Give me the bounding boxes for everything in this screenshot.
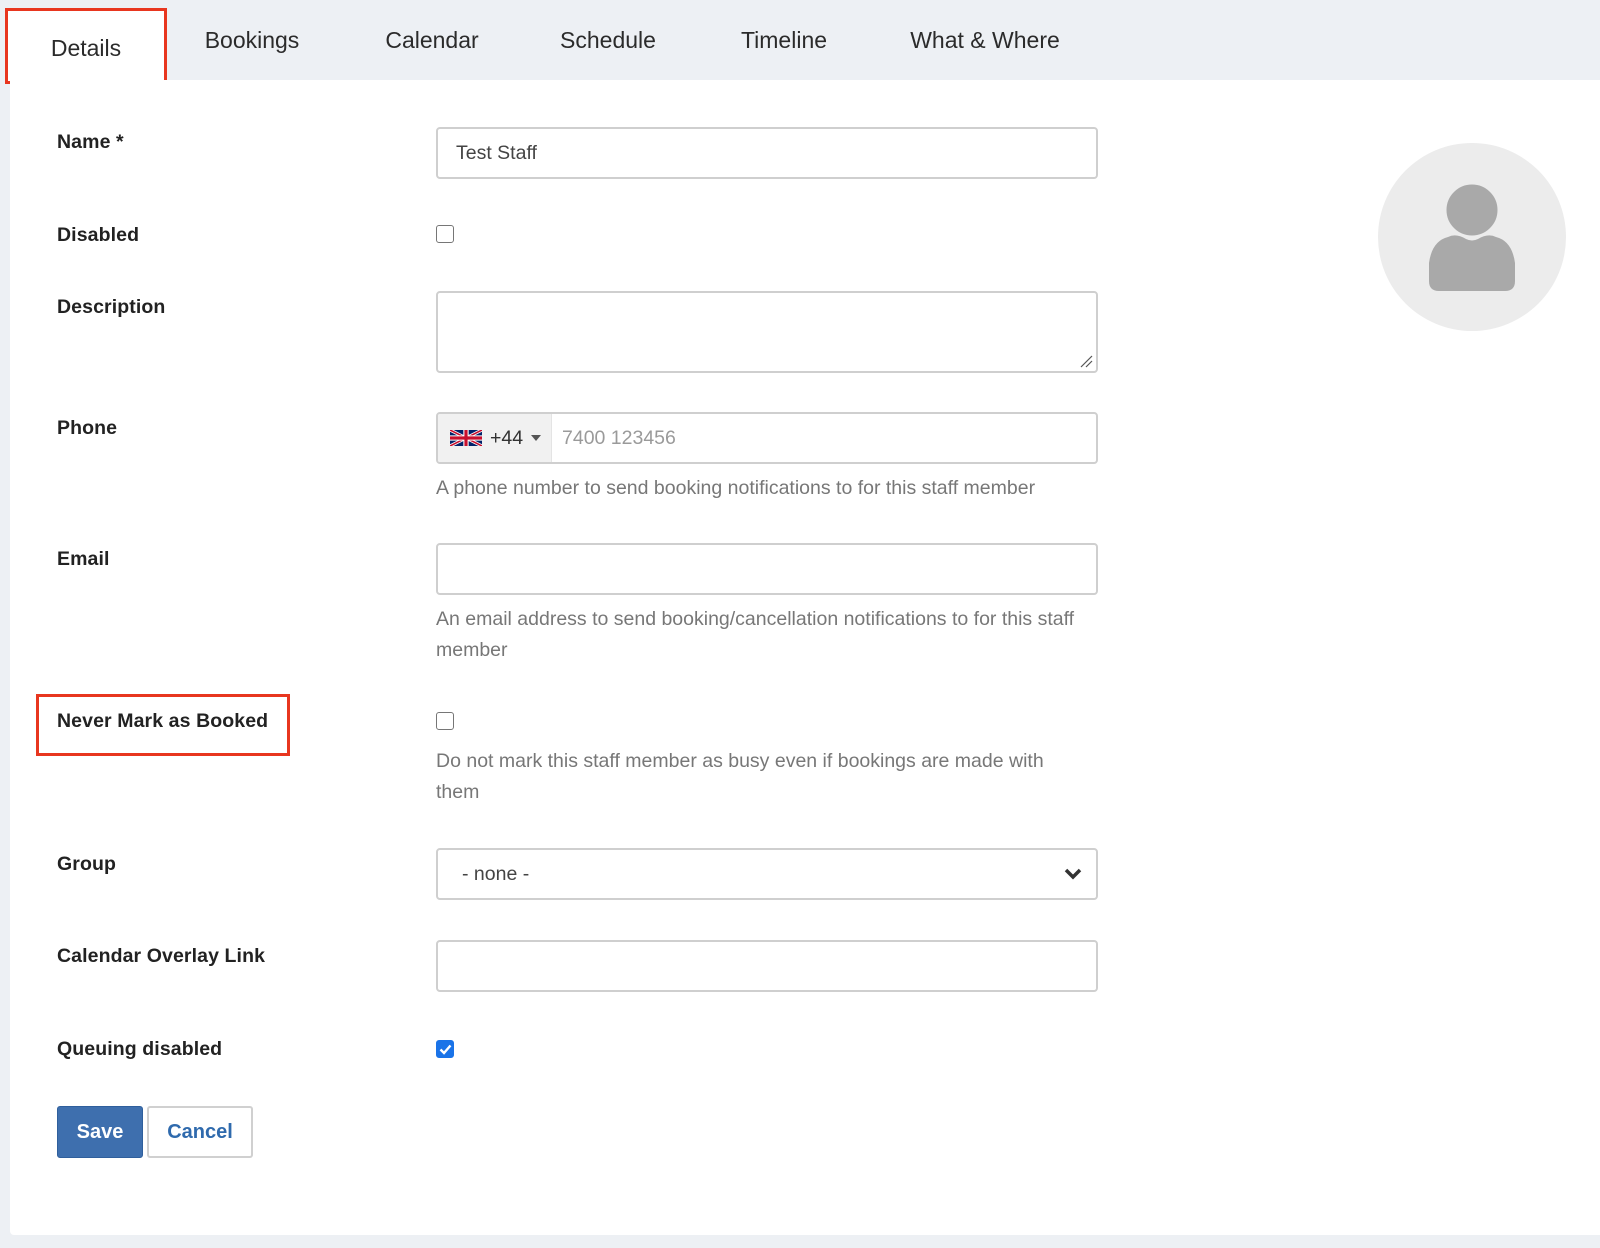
calendar-overlay-label: Calendar Overlay Link <box>57 945 266 967</box>
email-help-text: An email address to send booking/cancell… <box>436 608 1075 661</box>
phone-input[interactable]: 7400 123456 <box>552 414 1096 462</box>
disabled-label: Disabled <box>57 224 140 246</box>
tab-label: Details <box>50 34 122 61</box>
tab-calendar[interactable]: Calendar <box>372 0 492 80</box>
checkmark-icon <box>439 1044 451 1055</box>
description-textarea[interactable] <box>436 291 1098 373</box>
tab-details[interactable]: Details <box>5 8 167 84</box>
tab-timeline[interactable]: Timeline <box>724 0 844 80</box>
group-label: Group <box>57 853 116 875</box>
cancel-button[interactable]: Cancel <box>147 1106 253 1158</box>
never-mark-booked-checkbox[interactable] <box>436 712 454 730</box>
disabled-checkbox[interactable] <box>436 225 454 243</box>
tab-bookings[interactable]: Bookings <box>192 0 312 80</box>
tab-what-where[interactable]: What & Where <box>900 0 1070 80</box>
name-input[interactable]: Test Staff <box>436 127 1098 179</box>
name-value: Test Staff <box>456 141 537 164</box>
group-selected-value: - none - <box>462 862 530 885</box>
description-label: Description <box>57 296 166 318</box>
country-code-dropdown[interactable]: +44 <box>438 414 552 462</box>
tab-schedule[interactable]: Schedule <box>548 0 668 80</box>
email-label: Email <box>57 548 110 570</box>
tab-bar: Details Bookings Calendar Schedule Timel… <box>0 0 1600 84</box>
never-mark-booked-help-text: Do not mark this staff member as busy ev… <box>436 750 1044 803</box>
tab-label: Timeline <box>740 26 828 53</box>
phone-field: +44 7400 123456 <box>436 412 1098 464</box>
queuing-disabled-checkbox[interactable] <box>436 1040 454 1058</box>
phone-placeholder: 7400 123456 <box>562 426 676 449</box>
email-input[interactable] <box>436 543 1098 595</box>
group-select[interactable]: - none - <box>436 848 1098 900</box>
queuing-disabled-label: Queuing disabled <box>57 1038 223 1060</box>
name-label: Name * <box>57 131 124 153</box>
tab-label: Schedule <box>560 26 656 53</box>
never-mark-booked-label: Never Mark as Booked <box>57 710 269 732</box>
save-button[interactable]: Save <box>57 1106 143 1158</box>
phone-help-text: A phone number to send booking notificat… <box>436 477 1036 499</box>
avatar[interactable] <box>1378 143 1566 331</box>
tab-label: Bookings <box>204 26 300 53</box>
resize-grip-icon[interactable] <box>1079 354 1093 368</box>
chevron-down-icon <box>1064 868 1082 880</box>
country-code: +44 <box>490 426 524 449</box>
uk-flag-icon <box>450 430 482 446</box>
tab-label: Calendar <box>385 26 479 53</box>
calendar-overlay-input[interactable] <box>436 940 1098 992</box>
phone-label: Phone <box>57 417 118 439</box>
user-placeholder-icon <box>1429 183 1515 291</box>
tab-label: What & Where <box>910 26 1060 53</box>
caret-down-icon <box>531 435 542 441</box>
